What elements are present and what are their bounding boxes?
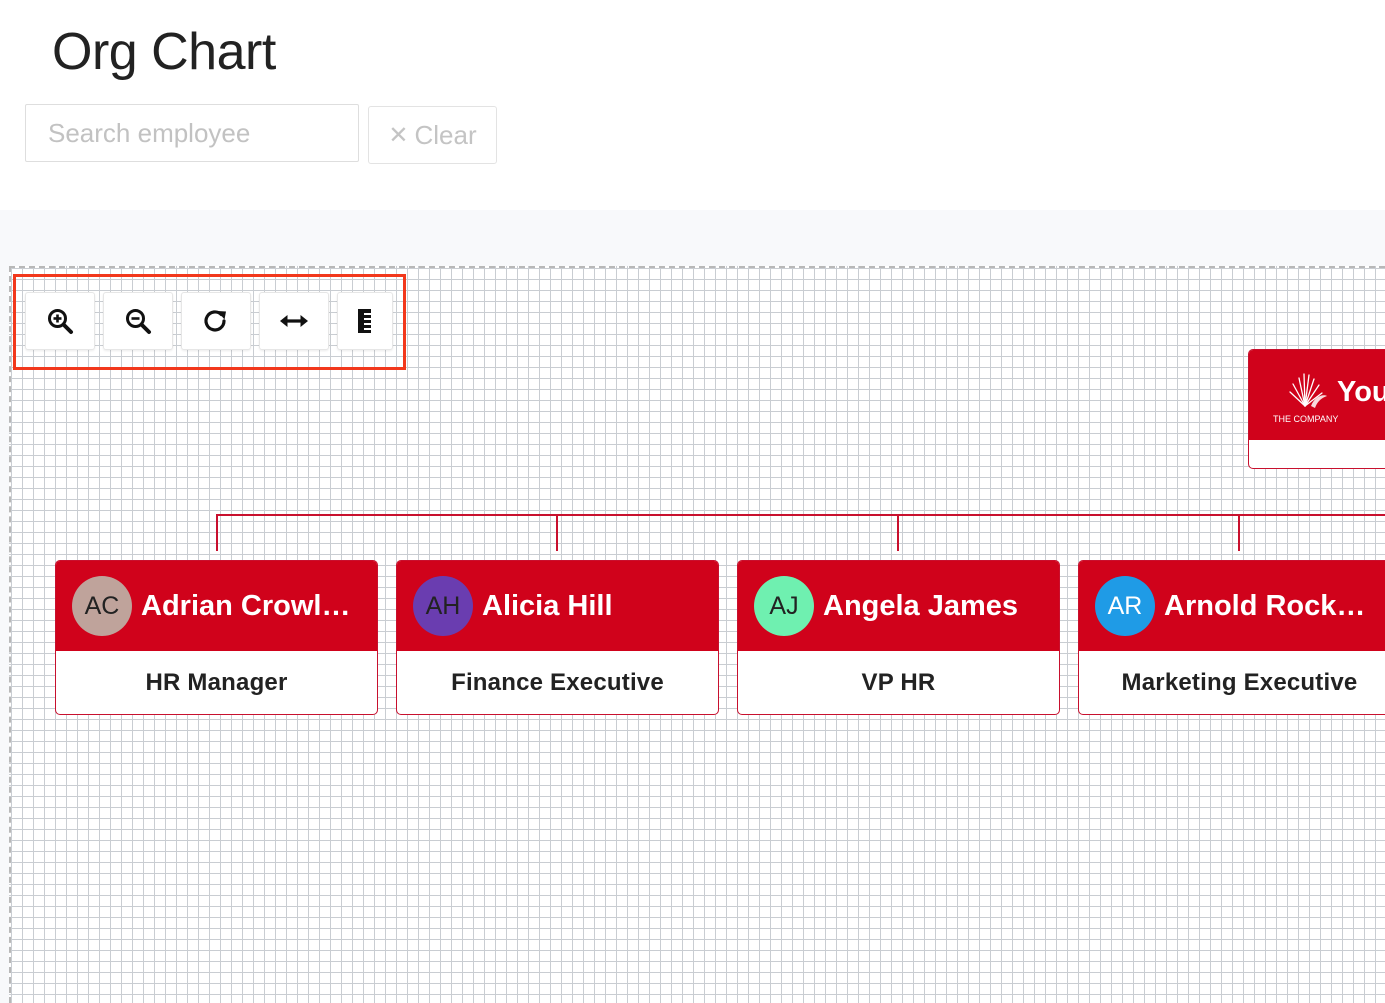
avatar: AC [72,576,132,636]
root-node-name: You [1337,376,1385,408]
expand-horizontal-button[interactable] [259,292,329,350]
employee-title: Marketing Executive [1121,668,1358,696]
connector-vertical [1238,514,1240,551]
employee-title: VP HR [861,668,936,696]
svg-text:THE COMPANY: THE COMPANY [1273,414,1338,424]
employee-node-card[interactable]: AJ Angela James VP HR [737,560,1060,715]
search-input[interactable] [25,104,359,162]
zoom-in-button[interactable] [25,292,95,350]
chart-toolbar [25,292,393,350]
zoom-out-button[interactable] [103,292,173,350]
node-header: AJ Angela James [738,561,1059,651]
avatar: AH [413,576,473,636]
avatar: AJ [754,576,814,636]
refresh-icon [204,310,226,332]
connector-vertical [897,514,899,551]
refresh-button[interactable] [181,292,251,350]
employee-title: Finance Executive [451,668,664,696]
zoom-out-icon [126,309,151,334]
employee-name: Arnold Rock… [1164,589,1366,622]
employee-name: Adrian Crowl… [141,589,351,622]
employee-name: Angela James [823,589,1019,622]
list-icon [358,309,371,333]
employee-node-card[interactable]: AC Adrian Crowl… HR Manager [55,560,378,715]
connector-vertical [556,514,558,551]
employee-node-card[interactable]: AH Alicia Hill Finance Executive [396,560,719,715]
list-view-button[interactable] [337,292,393,350]
employee-name: Alicia Hill [482,589,613,622]
node-header: AR Arnold Rock… [1079,561,1385,651]
company-logo-icon: THE COMPANY [1273,373,1338,424]
close-icon: ✕ [388,121,409,149]
employee-node-card[interactable]: AR Arnold Rock… Marketing Executive [1078,560,1385,715]
clear-button[interactable]: ✕ Clear [368,106,497,164]
zoom-in-icon [48,309,73,334]
root-node-header: THE COMPANY You [1249,350,1385,440]
employee-title: HR Manager [145,668,288,696]
connector-horizontal [216,514,1385,516]
node-header: AH Alicia Hill [397,561,718,651]
node-header: AC Adrian Crowl… [56,561,377,651]
expand-horizontal-icon [280,315,308,327]
clear-label: Clear [414,119,477,150]
connector-vertical [216,514,218,551]
root-node-card[interactable]: THE COMPANY You [1248,349,1385,469]
avatar: AR [1095,576,1155,636]
page-title: Org Chart [52,23,276,81]
